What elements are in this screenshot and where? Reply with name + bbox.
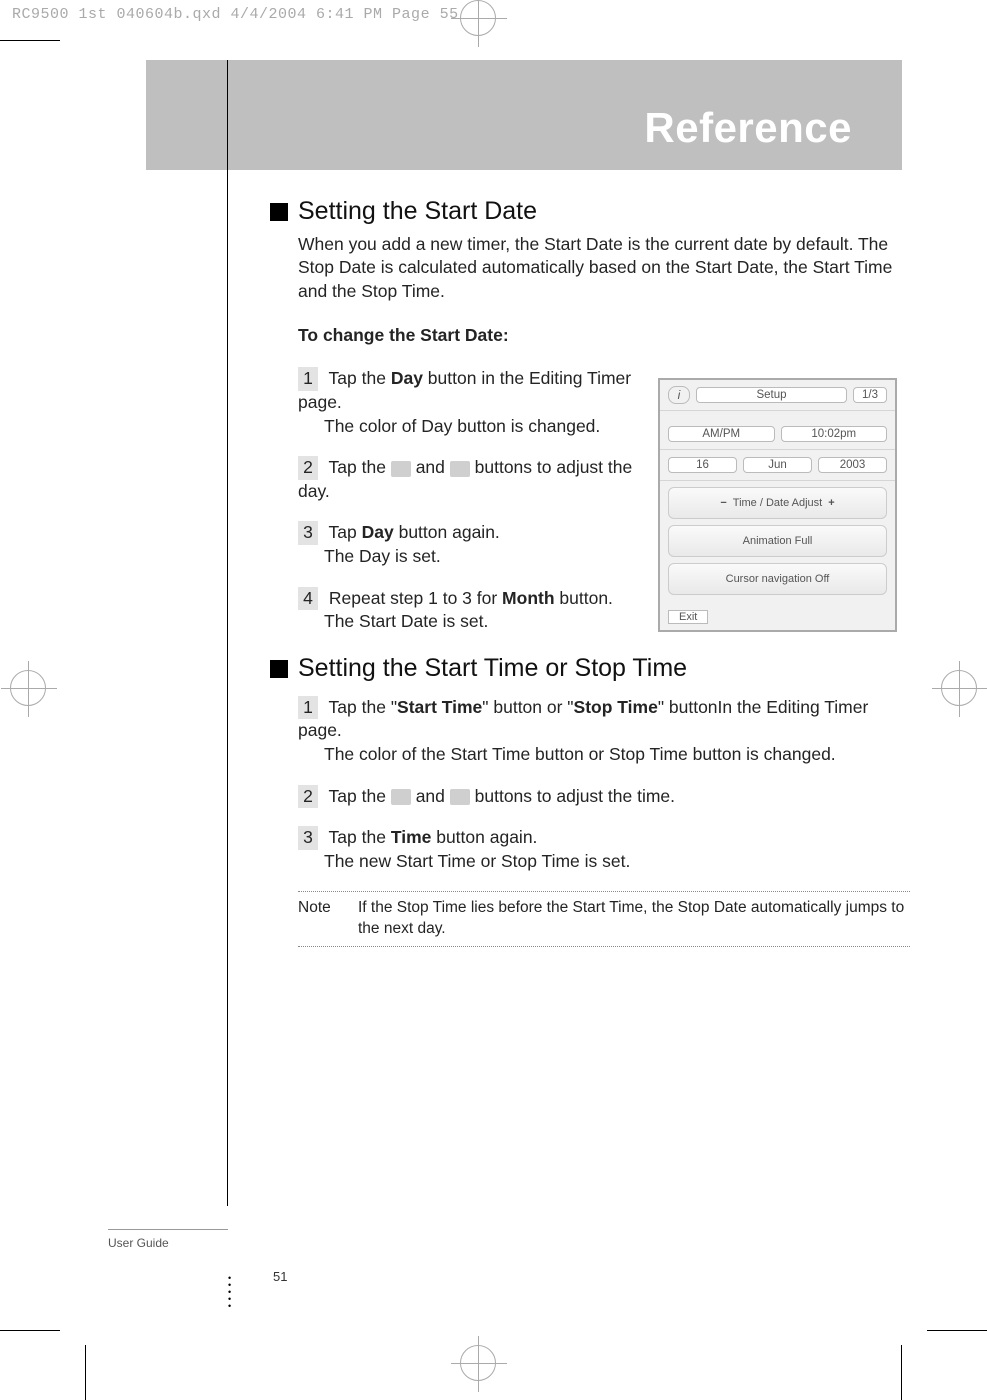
step-detail: The new Start Time or Stop Time is set. xyxy=(324,850,910,874)
dot-column-icon: ••••• xyxy=(228,1275,231,1310)
column-rule xyxy=(227,60,228,1206)
bullet-square-icon xyxy=(270,660,288,678)
minus-button-icon xyxy=(391,789,411,805)
crop-mark xyxy=(901,1345,902,1400)
note-box: Note If the Stop Time lies before the St… xyxy=(298,891,910,947)
content-column: Setting the Start Date When you add a ne… xyxy=(270,195,910,947)
section-subheading: To change the Start Date: xyxy=(298,324,910,348)
file-header: RC9500 1st 040604b.qxd 4/4/2004 6:41 PM … xyxy=(12,6,459,23)
plus-button-icon xyxy=(450,789,470,805)
crop-mark xyxy=(0,1330,60,1331)
step-item: 1 Tap the "Start Time" button or "Stop T… xyxy=(298,696,910,767)
step-item: 3 Tap the Time button again. The new Sta… xyxy=(298,826,910,873)
step-detail: The Day is set. xyxy=(324,545,638,569)
bullet-square-icon xyxy=(270,203,288,221)
footer-label: User Guide xyxy=(108,1236,169,1250)
step-number: 1 xyxy=(298,696,318,720)
step-detail: The color of Day button is changed. xyxy=(324,415,638,439)
step-number: 3 xyxy=(298,521,318,545)
step-number: 2 xyxy=(298,456,318,480)
step-detail: The Start Date is set. xyxy=(324,610,638,634)
step-detail: The color of the Start Time button or St… xyxy=(324,743,910,767)
section-intro: When you add a new timer, the Start Date… xyxy=(298,233,910,304)
plus-button-icon xyxy=(450,461,470,477)
crop-mark xyxy=(85,1345,86,1400)
note-text: If the Stop Time lies before the Start T… xyxy=(358,898,910,940)
step-number: 3 xyxy=(298,826,318,850)
step-number: 4 xyxy=(298,587,318,611)
registration-mark-icon xyxy=(10,670,46,706)
minus-button-icon xyxy=(391,461,411,477)
step-item: 2 Tap the and buttons to adjust the day. xyxy=(298,456,638,503)
step-item: 4 Repeat step 1 to 3 for Month button. T… xyxy=(298,587,638,634)
step-number: 1 xyxy=(298,367,318,391)
note-label: Note xyxy=(298,898,358,940)
section-title: Setting the Start Date xyxy=(298,195,537,229)
footer-rule xyxy=(108,1229,228,1230)
page-number: 51 xyxy=(273,1269,287,1284)
step-item: 3 Tap Day button again. The Day is set. xyxy=(298,521,638,568)
step-number: 2 xyxy=(298,785,318,809)
registration-mark-icon xyxy=(460,0,496,36)
section-title: Setting the Start Time or Stop Time xyxy=(298,652,687,686)
page-header: Reference xyxy=(146,60,902,170)
step-item: 2 Tap the and buttons to adjust the time… xyxy=(298,785,910,809)
registration-mark-icon xyxy=(941,670,977,706)
step-item: 1 Tap the Day button in the Editing Time… xyxy=(298,367,638,438)
crop-mark xyxy=(927,1330,987,1331)
registration-mark-icon xyxy=(460,1345,496,1381)
section-heading: Setting the Start Time or Stop Time xyxy=(270,652,910,686)
section-heading: Setting the Start Date xyxy=(270,195,910,229)
page-title: Reference xyxy=(644,104,852,152)
crop-mark xyxy=(0,40,60,41)
